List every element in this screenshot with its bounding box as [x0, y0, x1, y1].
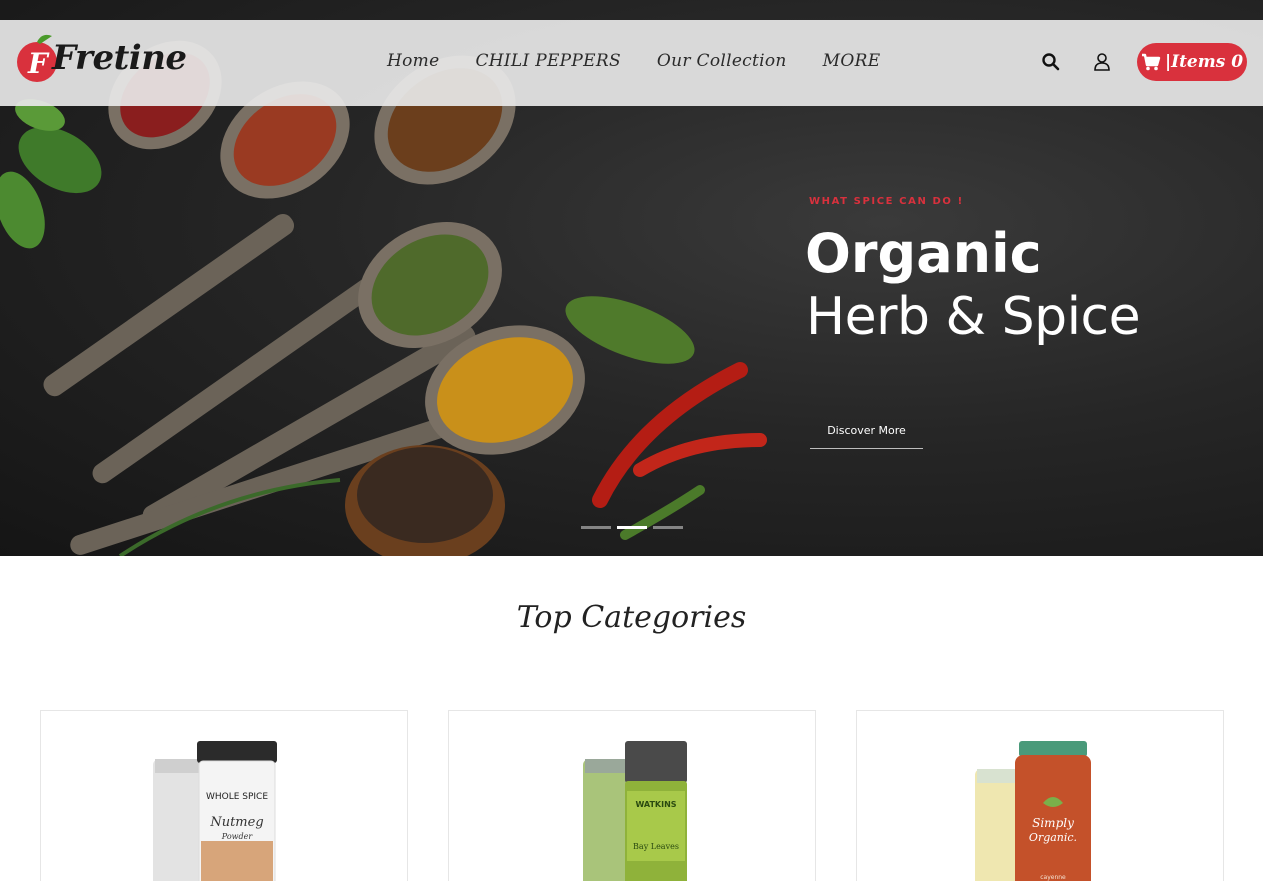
logo[interactable]: F Fretine — [16, 32, 187, 92]
bay-leaves-jar-image: WATKINS Bay Leaves — [583, 741, 687, 881]
cart-icon — [1141, 53, 1161, 71]
nav-item-chili-peppers[interactable]: CHILI PEPPERS — [475, 51, 620, 71]
svg-text:Nutmeg: Nutmeg — [209, 815, 263, 830]
search-button[interactable] — [1041, 52, 1061, 72]
search-icon — [1042, 53, 1060, 71]
category-card-nutmeg[interactable]: WHOLE SPICE Nutmeg Powder — [40, 710, 408, 881]
svg-text:Bay Leaves: Bay Leaves — [633, 842, 679, 851]
svg-text:WHOLE SPICE: WHOLE SPICE — [206, 792, 268, 802]
category-card-cayenne[interactable]: Simply Organic. cayenne — [856, 710, 1224, 881]
site-header: F Fretine Home CHILI PEPPERS Our Collect… — [0, 20, 1263, 106]
section-title-top-categories: Top Categories — [516, 600, 747, 635]
hero-subtitle: Herb & Spice — [806, 287, 1141, 347]
slider-dot-3[interactable] — [653, 526, 683, 529]
cayenne-jar-image: Simply Organic. cayenne — [975, 741, 1091, 881]
cart-label: |Items 0 — [1164, 52, 1244, 72]
svg-text:F: F — [27, 47, 50, 80]
svg-text:cayenne: cayenne — [1040, 874, 1066, 881]
slider-dot-2[interactable] — [617, 526, 647, 529]
brand-name: Fretine — [52, 38, 187, 78]
cart-button[interactable]: |Items 0 — [1137, 43, 1247, 81]
slider-dots — [581, 526, 683, 529]
main-nav: Home CHILI PEPPERS Our Collection MORE — [387, 51, 880, 71]
slider-dot-1[interactable] — [581, 526, 611, 529]
nutmeg-jar-image: WHOLE SPICE Nutmeg Powder — [153, 741, 277, 881]
account-button[interactable] — [1092, 52, 1112, 72]
nav-item-more[interactable]: MORE — [823, 51, 881, 71]
nav-item-home[interactable]: Home — [387, 51, 439, 71]
svg-text:Simply: Simply — [1032, 816, 1074, 830]
svg-text:Powder: Powder — [221, 832, 254, 841]
nav-item-our-collection[interactable]: Our Collection — [657, 51, 787, 71]
svg-text:WATKINS: WATKINS — [635, 800, 676, 809]
discover-more-button[interactable]: Discover More — [810, 420, 923, 449]
hero-title: Organic — [805, 222, 1042, 285]
category-card-bay-leaves[interactable]: WATKINS Bay Leaves — [448, 710, 816, 881]
svg-text:Organic.: Organic. — [1029, 831, 1077, 844]
user-icon — [1094, 53, 1110, 71]
hero-eyebrow: WHAT SPICE CAN DO ! — [809, 196, 964, 207]
